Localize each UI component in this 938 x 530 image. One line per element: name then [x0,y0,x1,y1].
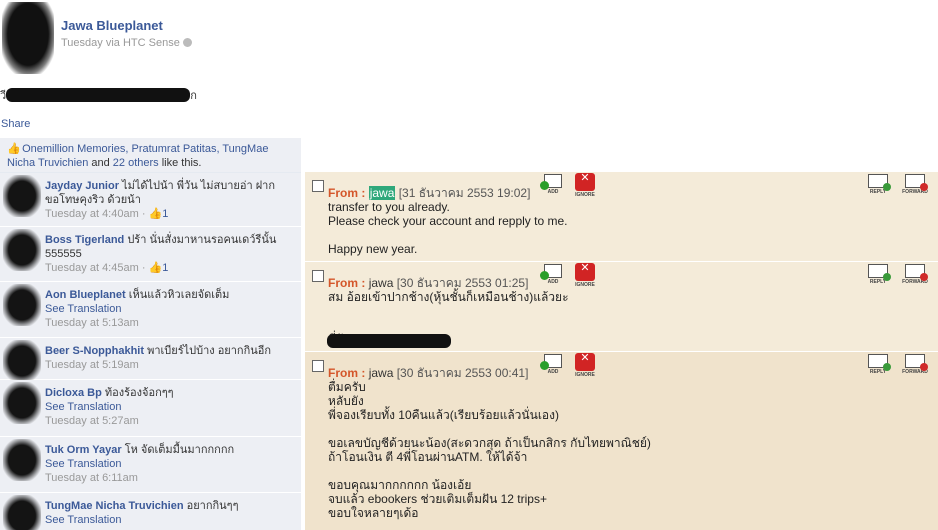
reply-button[interactable]: REPLY [864,264,892,285]
commenter-name[interactable]: TungMae Nicha Truvichien [45,500,184,512]
message-checkbox[interactable] [312,270,324,282]
from-label: From : [328,366,366,380]
see-translation-link[interactable]: See Translation [45,400,295,414]
post-author-name[interactable]: Jawa Blueplanet [61,18,163,33]
ignore-button[interactable]: IGNORE [571,263,599,288]
add-icon [540,264,562,280]
comment-text: พาเบียร์ไปบ้าง อยากกินอีก [147,345,272,357]
commenter-name[interactable]: Beer S-Nopphakhit [45,345,144,357]
see-translation-link[interactable]: See Translation [45,513,295,527]
ignore-icon [575,263,595,281]
comment-time[interactable]: Tuesday at 4:45am [45,262,139,274]
comment-item: Dicloxa Bp ท้องร้องจ้อกๆๆ See Translatio… [0,380,301,437]
comment-text: ท้องร้องจ้อกๆๆ [104,387,174,399]
post-timestamp: Tuesday via HTC Sense [61,37,180,49]
comment-item: Jayday Junior ไม่ได้ไปน้า พี่วัน ไม่สบาย… [0,173,301,227]
ignore-button[interactable]: IGNORE [571,353,599,378]
comment-time[interactable]: Tuesday at 5:27am [45,414,295,428]
redacted-block [327,334,451,348]
commenter-avatar[interactable] [3,439,41,481]
reply-button[interactable]: REPLY [864,354,892,375]
commenter-avatar[interactable] [3,284,41,326]
message-item: From : jawa [30 ธันวาคม 2553 00:41] ADD … [305,352,938,530]
share-link[interactable]: Share [1,118,30,130]
commenter-avatar[interactable] [3,175,41,217]
comment-time[interactable]: Tuesday at 4:40am [45,208,139,220]
sender-name[interactable]: jawa [369,276,394,290]
reply-icon [868,174,891,191]
comment-list: Jayday Junior ไม่ได้ไปน้า พี่วัน ไม่สบาย… [0,173,301,530]
comment-item: Boss Tigerland ปร้า นั่นสั่งมาหานรอคนเดว… [0,227,301,282]
likes-summary: 👍 Onemillion Memories, Pratumrat Patitas… [0,138,301,173]
globe-icon [182,38,192,47]
forward-button[interactable]: FORWARD [901,264,929,285]
ignore-icon [575,353,595,371]
add-button[interactable]: ADD [539,264,567,285]
author-avatar[interactable] [2,2,54,74]
forward-icon [905,174,928,191]
commenter-avatar[interactable] [3,340,41,382]
message-date: [31 ธันวาคม 2553 19:02] [398,186,531,200]
redacted-block [6,88,191,102]
see-translation-link[interactable]: See Translation [45,457,295,471]
commenter-avatar[interactable] [3,229,41,271]
message-body: ตื่มครับ หลับยัง พี่จองเรียบทั้ง 10คืนแล… [328,380,651,520]
message-date: [30 ธันวาคม 2553 00:41] [396,366,529,380]
commenter-avatar[interactable] [3,495,41,530]
comment-text: อยากกินๆๆ [186,500,239,512]
post-text-suffix: ก [190,90,197,102]
comment-item: Tuk Orm Yayar โห จัดเต็มมื้นมากกกกก See … [0,437,301,493]
forward-button[interactable]: FORWARD [901,174,929,195]
comment-item: Aon Blueplanet เห็นแล้วหิวเลยจัดเต็ม See… [0,282,301,338]
comment-item: TungMae Nicha Truvichien อยากกินๆๆ See T… [0,493,301,530]
message-item: From : jawa [31 ธันวาคม 2553 19:02] ADD … [305,172,938,261]
comment-like-count[interactable]: 1 [162,208,168,220]
add-button[interactable]: ADD [539,174,567,195]
sender-name[interactable]: jawa [368,186,396,200]
comment-like-icon[interactable]: 👍 [149,208,163,220]
message-body: transfer to you already. Please check yo… [328,200,568,256]
post-text: วี ก [0,86,197,104]
message-date: [30 ธันวาคม 2553 01:25] [396,276,529,290]
ignore-button[interactable]: IGNORE [571,173,599,198]
commenter-name[interactable]: Jayday Junior [45,180,119,192]
comment-time[interactable]: Tuesday at 5:13am [45,316,295,330]
commenter-name[interactable]: Aon Blueplanet [45,289,126,301]
forward-icon [905,354,928,371]
comment-time[interactable]: Tuesday at 5:19am [45,358,295,372]
commenter-name[interactable]: Tuk Orm Yayar [45,444,122,456]
see-translation-link[interactable]: See Translation [45,302,295,316]
add-icon [540,354,562,370]
message-checkbox[interactable] [312,180,324,192]
others-link[interactable]: 22 others [113,157,159,169]
from-label: From : [328,276,366,290]
comment-text: โห จัดเต็มมื้นมากกกกก [124,444,235,456]
commenter-name[interactable]: Boss Tigerland [45,234,124,246]
forward-button[interactable]: FORWARD [901,354,929,375]
add-icon [540,174,562,190]
post-meta: Tuesday via HTC Sense [61,37,192,49]
reply-icon [868,354,891,371]
message-checkbox[interactable] [312,360,324,372]
comment-text: เห็นแล้วหิวเลยจัดเต็ม [128,289,230,301]
comment-like-icon[interactable]: 👍 [149,262,163,274]
reply-icon [868,264,891,281]
forward-icon [905,264,928,281]
commenter-name[interactable]: Dicloxa Bp [45,387,102,399]
comment-item: Beer S-Nopphakhit พาเบียร์ไปบ้าง อยากกิน… [0,338,301,382]
from-label: From : [328,186,366,200]
add-button[interactable]: ADD [539,354,567,375]
comment-time[interactable]: Tuesday at 6:11am [45,471,295,485]
reply-button[interactable]: REPLY [864,174,892,195]
commenter-avatar[interactable] [3,382,41,424]
message-item: From : jawa [30 ธันวาคม 2553 01:25] ADD … [305,262,938,351]
comment-like-count[interactable]: 1 [162,262,168,274]
like-thumb-icon: 👍 [7,143,21,155]
sender-name[interactable]: jawa [369,366,394,380]
ignore-icon [575,173,595,191]
